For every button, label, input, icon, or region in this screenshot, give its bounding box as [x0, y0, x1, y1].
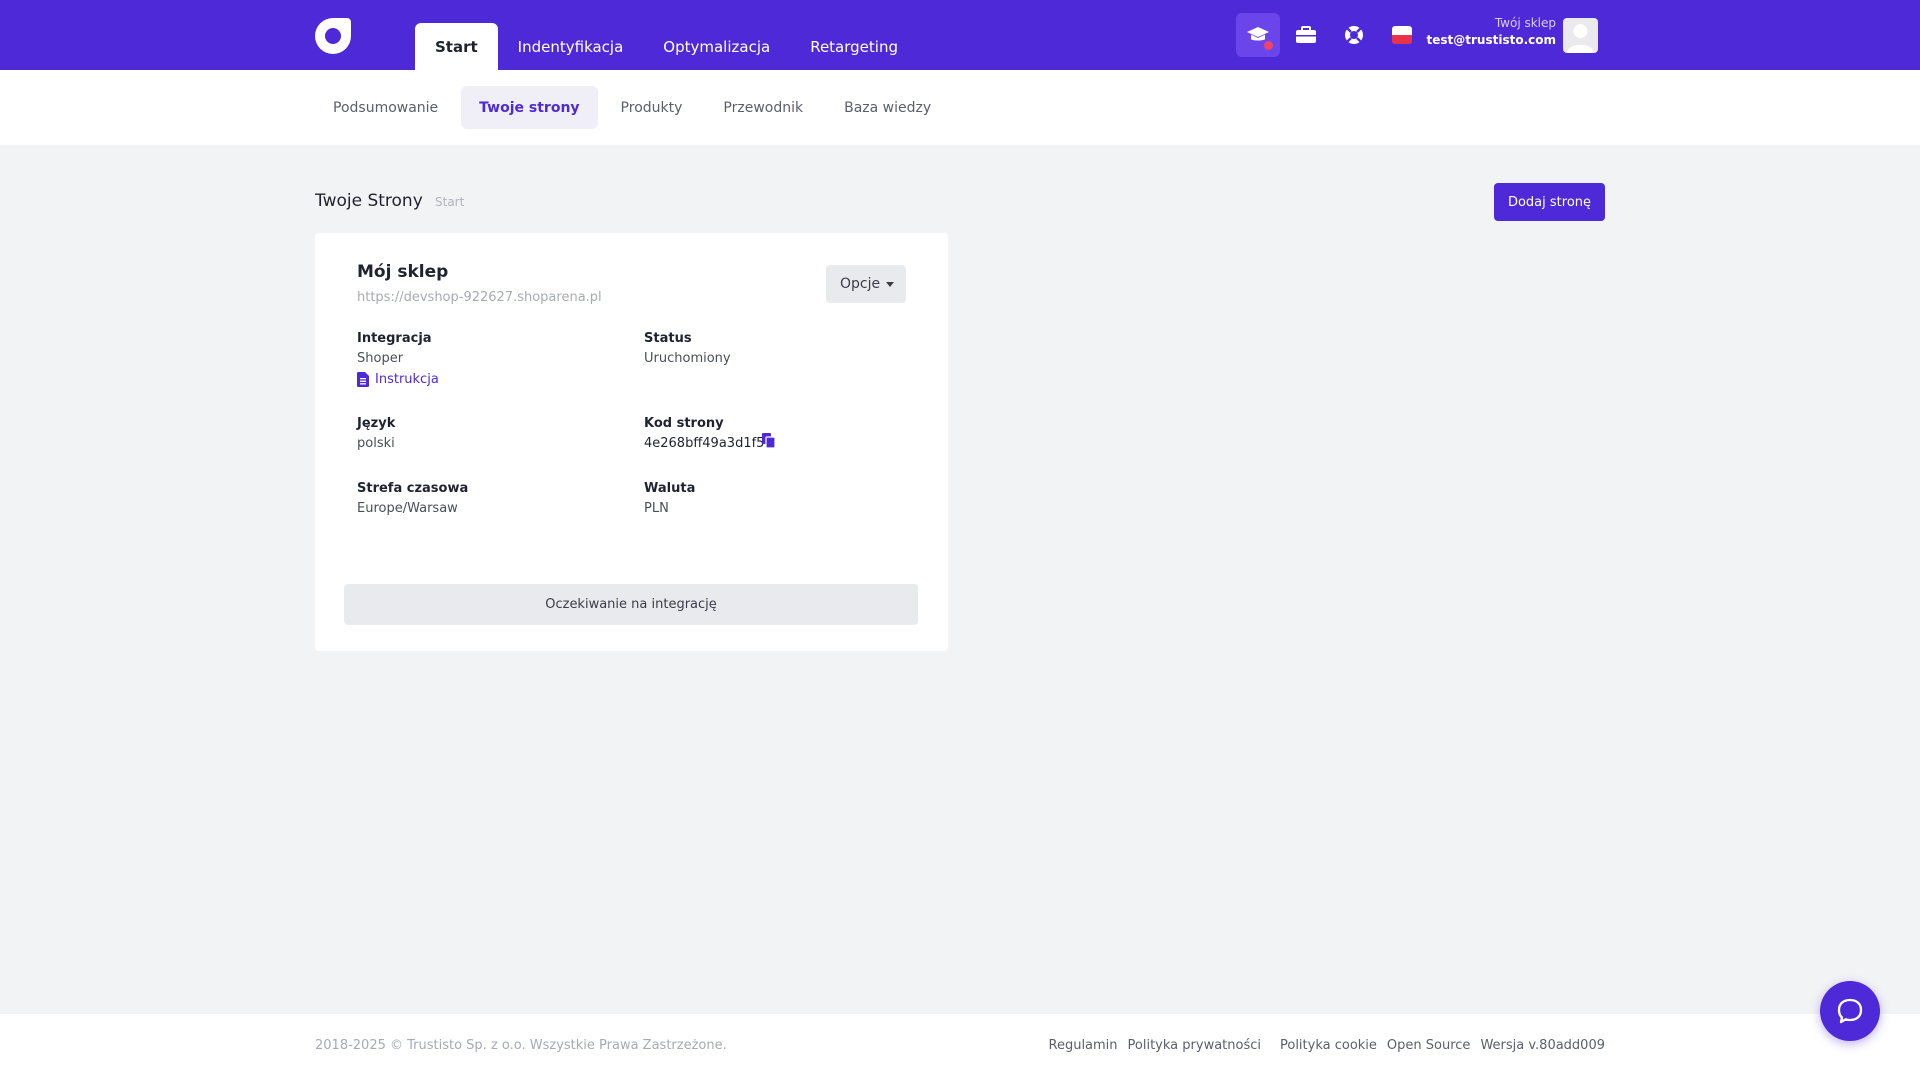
chat-button[interactable]	[1820, 981, 1880, 1041]
subtab-produkty[interactable]: Produkty	[603, 86, 701, 129]
tab-start[interactable]: Start	[415, 23, 498, 70]
timezone-label: Strefa czasowa	[357, 481, 469, 496]
footer-links: Regulamin Polityka prywatności Polityka …	[1039, 1038, 1606, 1053]
page-title: Twoje Strony	[315, 191, 423, 211]
site-code-label: Kod strony	[644, 416, 724, 431]
timezone-value: Europe/Warsaw	[357, 501, 458, 516]
site-code-value: 4e268bff49a3d1f5	[644, 436, 765, 451]
tab-identyfikacja[interactable]: Indentyfikacja	[498, 23, 644, 70]
subtab-twoje-strony[interactable]: Twoje strony	[461, 86, 598, 129]
status-label: Status	[644, 331, 692, 346]
language-button[interactable]	[1380, 13, 1424, 57]
site-card: Mój sklep https://devshop-922627.shopare…	[315, 233, 948, 651]
sub-navbar: Podsumowanie Twoje strony Produkty Przew…	[0, 70, 1920, 145]
lifebuoy-icon	[1345, 26, 1363, 44]
subtab-baza-wiedzy[interactable]: Baza wiedzy	[826, 86, 949, 129]
status-value: Uruchomiony	[644, 351, 731, 366]
instruction-link-label: Instrukcja	[375, 372, 439, 387]
notification-badge	[1263, 40, 1274, 51]
link-open-source[interactable]: Open Source	[1387, 1038, 1471, 1053]
options-label: Opcje	[840, 276, 881, 292]
shop-label: Twój sklep	[1494, 16, 1556, 30]
subtab-przewodnik[interactable]: Przewodnik	[705, 86, 821, 129]
integration-value: Shoper	[357, 351, 404, 366]
trustisto-logo[interactable]	[315, 18, 351, 54]
avatar[interactable]	[1563, 18, 1598, 53]
academy-button[interactable]	[1236, 13, 1280, 57]
chevron-down-icon	[886, 282, 894, 287]
add-site-button[interactable]: Dodaj stronę	[1494, 183, 1605, 221]
currency-label: Waluta	[644, 481, 696, 496]
currency-value: PLN	[644, 501, 669, 516]
tab-optymalizacja[interactable]: Optymalizacja	[643, 23, 790, 70]
integration-label: Integracja	[357, 331, 432, 346]
instruction-link[interactable]: Instrukcja	[357, 372, 439, 387]
briefcase-button[interactable]	[1284, 13, 1328, 57]
options-dropdown[interactable]: Opcje	[826, 265, 906, 303]
document-icon	[357, 372, 369, 387]
help-button[interactable]	[1332, 13, 1376, 57]
account-email: test@trustisto.com	[1426, 33, 1557, 47]
awaiting-integration-bar: Oczekiwanie na integrację	[344, 584, 918, 625]
language-value: polski	[357, 436, 395, 451]
version-text: Wersja v.80add009	[1480, 1038, 1605, 1053]
site-url: https://devshop-922627.shoparena.pl	[357, 290, 602, 305]
link-cookie-policy[interactable]: Polityka cookie	[1280, 1038, 1377, 1053]
account-info[interactable]: Twój sklep test@trustisto.com	[1427, 16, 1557, 47]
top-navbar: Start Indentyfikacja Optymalizacja Retar…	[0, 0, 1920, 70]
main-tabs: Start Indentyfikacja Optymalizacja Retar…	[415, 23, 918, 70]
site-name: Mój sklep	[357, 262, 449, 282]
language-label: Język	[357, 416, 396, 431]
copy-icon[interactable]	[762, 433, 776, 449]
breadcrumb[interactable]: Start	[435, 195, 464, 209]
link-privacy[interactable]: Polityka prywatności	[1128, 1038, 1261, 1053]
subtab-podsumowanie[interactable]: Podsumowanie	[315, 86, 456, 129]
footer: 2018-2025 © Trustisto Sp. z o.o. Wszystk…	[0, 1014, 1920, 1080]
copyright-text: 2018-2025 © Trustisto Sp. z o.o. Wszystk…	[315, 1038, 727, 1053]
link-regulamin[interactable]: Regulamin	[1049, 1038, 1118, 1053]
flag-pl-icon	[1392, 26, 1412, 44]
tab-retargeting[interactable]: Retargeting	[790, 23, 918, 70]
briefcase-icon	[1296, 26, 1316, 43]
chat-bubble-icon	[1837, 998, 1863, 1024]
user-icon	[1567, 24, 1594, 53]
